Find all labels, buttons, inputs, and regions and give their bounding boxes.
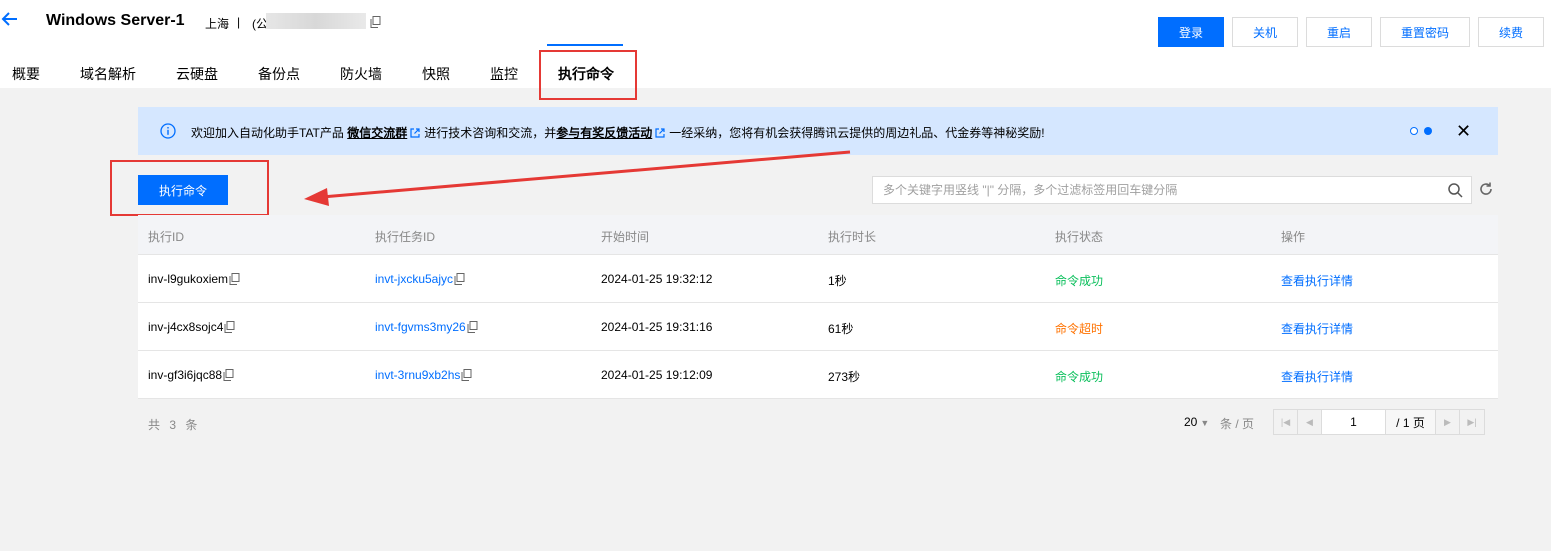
server-title: Windows Server-1 [46, 12, 185, 29]
column-header: 执行任务ID [375, 230, 436, 244]
duration: 61秒 [828, 322, 854, 336]
execution-id: inv-gf3i6jqc88 [148, 368, 223, 382]
task-id-cell: invt-3rnu9xb2hs [375, 368, 472, 382]
region-label: 上海 [205, 17, 230, 31]
renew-button[interactable]: 续费 [1478, 17, 1544, 47]
login-button[interactable]: 登录 [1158, 17, 1224, 47]
table-row: inv-j4cx8sojc4 invt-fgvms3my26 2024-01-2… [138, 303, 1498, 351]
view-details-link[interactable]: 查看执行详情 [1281, 320, 1353, 337]
status-badge: 命令超时 [1055, 322, 1104, 336]
execution-id: inv-j4cx8sojc4 [148, 320, 224, 334]
page-size-select[interactable]: 20 ▼ [1184, 415, 1209, 429]
notice-text-part: 欢迎加入自动化助手TAT产品 [191, 126, 348, 140]
carousel-dots [1410, 127, 1432, 135]
copy-icon[interactable] [461, 369, 472, 381]
separator: | [237, 15, 241, 29]
search-icon[interactable] [1447, 182, 1463, 198]
task-id-cell: invt-fgvms3my26 [375, 320, 478, 334]
tab-domain[interactable]: 域名解析 [80, 64, 136, 84]
task-id-link[interactable]: invt-jxcku5ajyc [375, 272, 453, 286]
status-badge: 命令成功 [1055, 370, 1104, 384]
last-page-icon[interactable]: ▶| [1460, 410, 1484, 434]
page-size-value: 20 [1184, 415, 1198, 429]
column-header: 执行时长 [828, 230, 877, 244]
tab-backup[interactable]: 备份点 [258, 64, 300, 84]
task-id-cell: invt-jxcku5ajyc [375, 272, 465, 286]
notice-text-part: 一经采纳，您将有机会获得腾讯云提供的周边礼品、代金券等神秘奖励! [669, 126, 1045, 140]
tab-cloud-disk[interactable]: 云硬盘 [176, 64, 218, 84]
execution-id: inv-l9gukoxiem [148, 272, 229, 286]
highlight-box-button [110, 160, 269, 216]
next-page-icon[interactable]: ▶ [1436, 410, 1460, 434]
top-bar: Windows Server-1 上海 | (公 登录 关机 重启 重置密码 续… [0, 0, 1551, 88]
close-icon[interactable]: ✕ [1456, 121, 1471, 142]
copy-icon[interactable] [224, 321, 235, 333]
start-time: 2024-01-25 19:31:16 [601, 320, 713, 334]
pager: |◀ ◀ / 1 页 ▶ ▶| [1273, 409, 1485, 435]
highlight-box-tab [539, 50, 637, 100]
carousel-dot-active[interactable] [1424, 127, 1432, 135]
view-details-link[interactable]: 查看执行详情 [1281, 272, 1353, 289]
column-header: 执行状态 [1055, 230, 1104, 244]
execution-id-cell: inv-gf3i6jqc88 [148, 368, 234, 382]
info-icon [160, 123, 176, 139]
notice-text: 欢迎加入自动化助手TAT产品 微信交流群 进行技术咨询和交流，并参与有奖反馈活动 一… [191, 124, 1045, 141]
tab-overview[interactable]: 概要 [12, 64, 40, 84]
carousel-dot[interactable] [1410, 127, 1418, 135]
tab-snapshot[interactable]: 快照 [422, 64, 450, 84]
execution-table: 执行ID 执行任务ID 开始时间 执行时长 执行状态 操作 inv-l9guko… [138, 215, 1498, 399]
tab-bar: 概要 域名解析 云硬盘 备份点 防火墙 快照 监控 执行命令 [0, 52, 1551, 88]
prev-page-icon[interactable]: ◀ [1298, 410, 1322, 434]
refresh-icon[interactable] [1478, 181, 1494, 197]
copy-icon[interactable] [370, 16, 381, 28]
wechat-group-link[interactable]: 微信交流群 [347, 126, 407, 140]
task-id-link[interactable]: invt-fgvms3my26 [375, 320, 466, 334]
restart-button[interactable]: 重启 [1306, 17, 1372, 47]
notice-text-part: 进行技术咨询和交流，并 [424, 126, 557, 140]
notice-banner: 欢迎加入自动化助手TAT产品 微信交流群 进行技术咨询和交流，并参与有奖反馈活动 一… [138, 107, 1498, 155]
search-input[interactable] [873, 177, 1443, 203]
execution-id-cell: inv-l9gukoxiem [148, 272, 240, 286]
table-row: inv-gf3i6jqc88 invt-3rnu9xb2hs 2024-01-2… [138, 351, 1498, 399]
status-badge: 命令成功 [1055, 274, 1104, 288]
duration: 1秒 [828, 274, 847, 288]
column-header: 操作 [1281, 230, 1306, 244]
reset-password-button[interactable]: 重置密码 [1380, 17, 1470, 47]
feedback-activity-link[interactable]: 参与有奖反馈活动 [556, 126, 652, 140]
column-header: 开始时间 [601, 230, 650, 244]
execution-id-cell: inv-j4cx8sojc4 [148, 320, 235, 334]
copy-icon[interactable] [467, 321, 478, 333]
copy-icon[interactable] [223, 369, 234, 381]
external-link-icon [655, 127, 665, 138]
task-id-link[interactable]: invt-3rnu9xb2hs [375, 368, 460, 382]
total-pages: / 1 页 [1386, 410, 1436, 434]
active-tab-indicator [547, 44, 623, 46]
start-time: 2024-01-25 19:12:09 [601, 368, 713, 382]
duration: 273秒 [828, 370, 861, 384]
caret-down-icon: ▼ [1200, 418, 1210, 428]
start-time: 2024-01-25 19:32:12 [601, 272, 713, 286]
table-row: inv-l9gukoxiem invt-jxcku5ajyc 2024-01-2… [138, 255, 1498, 303]
view-details-link[interactable]: 查看执行详情 [1281, 368, 1353, 385]
header-actions: 登录 关机 重启 重置密码 续费 [1158, 17, 1544, 47]
first-page-icon[interactable]: |◀ [1274, 410, 1298, 434]
shutdown-button[interactable]: 关机 [1232, 17, 1298, 47]
total-count: 共 3 条 [148, 418, 201, 432]
external-link-icon [410, 127, 420, 138]
column-header: 执行ID [148, 230, 185, 244]
arrow-left-icon[interactable] [1, 10, 21, 30]
search-box [872, 176, 1472, 204]
page-number-input[interactable] [1322, 410, 1386, 434]
ip-redacted [266, 13, 366, 29]
table-footer: 共 3 条 20▼ 条 / 页 |◀ ◀ / 1 页 ▶ ▶| [138, 398, 1498, 446]
tab-monitor[interactable]: 监控 [490, 64, 518, 84]
copy-icon[interactable] [229, 273, 240, 285]
copy-icon[interactable] [454, 273, 465, 285]
per-page-label: 条 / 页 [1220, 417, 1255, 431]
tab-firewall[interactable]: 防火墙 [340, 64, 382, 84]
table-header: 执行ID 执行任务ID 开始时间 执行时长 执行状态 操作 [138, 215, 1498, 255]
